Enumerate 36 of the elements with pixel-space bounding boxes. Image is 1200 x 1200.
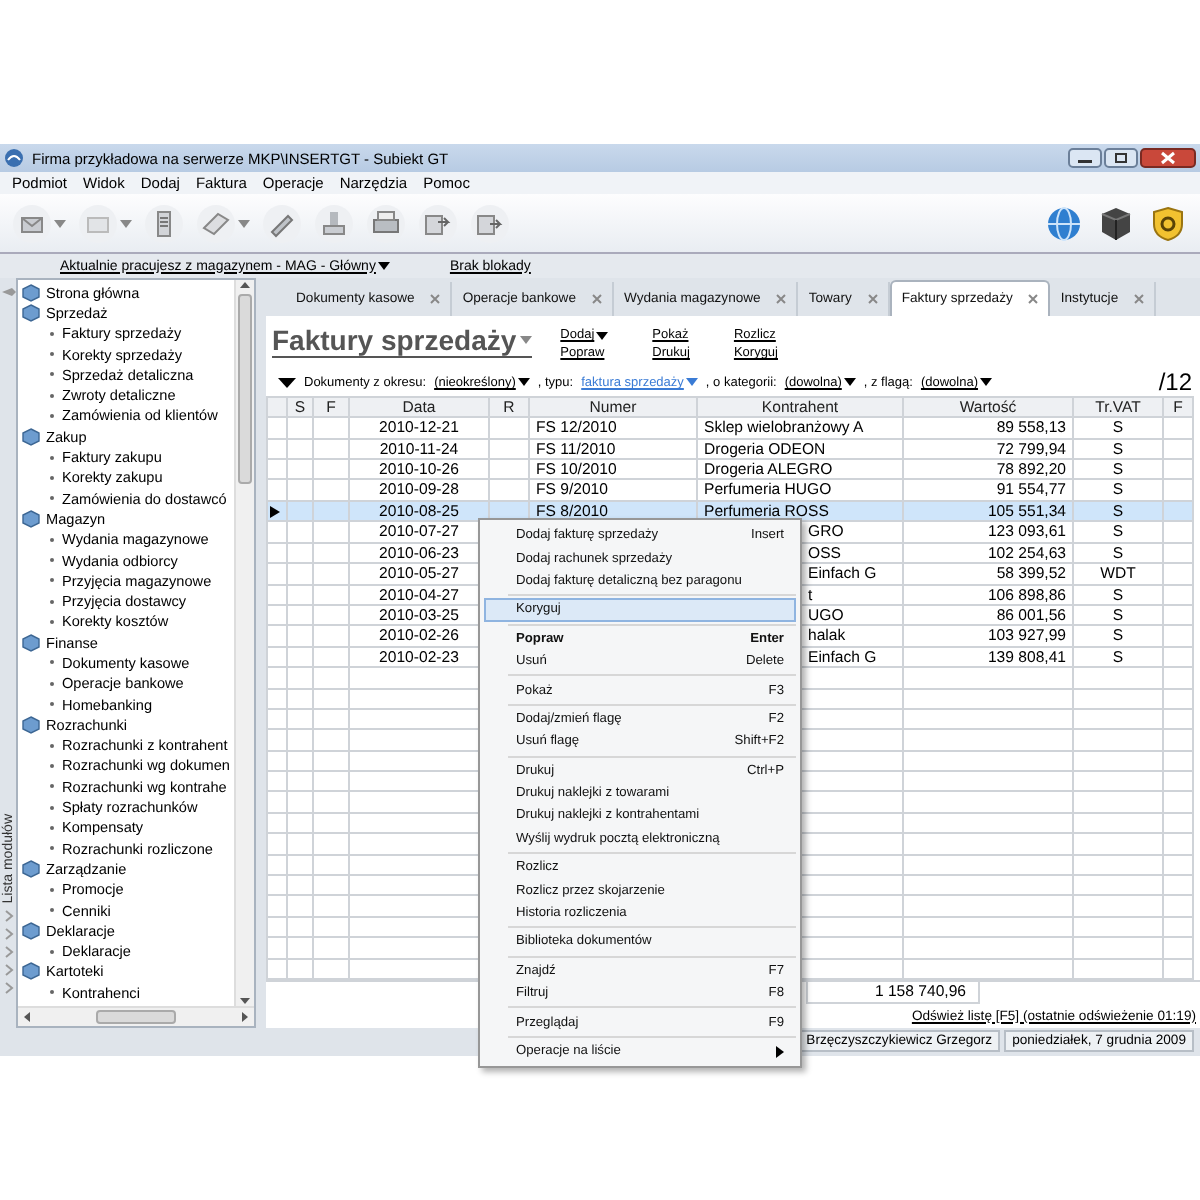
view-title[interactable]: Faktury sprzedaży (272, 324, 533, 359)
scroll-thumb[interactable] (238, 294, 252, 484)
close-icon[interactable] (776, 294, 787, 305)
globe-icon[interactable] (1044, 203, 1084, 243)
caret-icon (517, 378, 530, 387)
app-icon (4, 148, 24, 168)
restore-button[interactable] (1104, 148, 1138, 168)
cube-icon[interactable] (1096, 203, 1136, 243)
scroll-thumb[interactable] (96, 1010, 176, 1024)
caret-icon (596, 331, 609, 340)
shield-icon[interactable] (1148, 203, 1188, 243)
horizontal-scrollbar[interactable] (18, 1006, 254, 1026)
expand-icon[interactable] (278, 377, 296, 388)
close-icon[interactable] (1028, 294, 1039, 305)
close-icon[interactable] (1134, 294, 1145, 305)
close-icon[interactable] (430, 294, 441, 305)
scroll-left-icon[interactable] (22, 1010, 32, 1024)
document-icon[interactable] (144, 203, 184, 243)
row-pointer-icon (270, 505, 280, 518)
caret-icon (54, 219, 66, 227)
caret-icon (685, 378, 698, 387)
caret-icon (377, 262, 390, 270)
document-count: /12 (1158, 368, 1194, 397)
caret-icon (238, 219, 250, 227)
scroll-right-icon[interactable] (240, 1010, 250, 1024)
minimize-button[interactable] (1068, 148, 1102, 168)
close-icon[interactable] (867, 294, 878, 305)
close-icon[interactable] (592, 294, 602, 305)
caret-icon (120, 219, 132, 227)
caret-icon (980, 378, 993, 387)
caret-icon (520, 336, 533, 345)
close-button[interactable] (1140, 148, 1196, 168)
vertical-scrollbar[interactable] (234, 280, 254, 1006)
pen-icon[interactable] (262, 203, 302, 243)
caret-icon (843, 378, 856, 387)
submenu-arrow-icon (776, 1045, 784, 1057)
